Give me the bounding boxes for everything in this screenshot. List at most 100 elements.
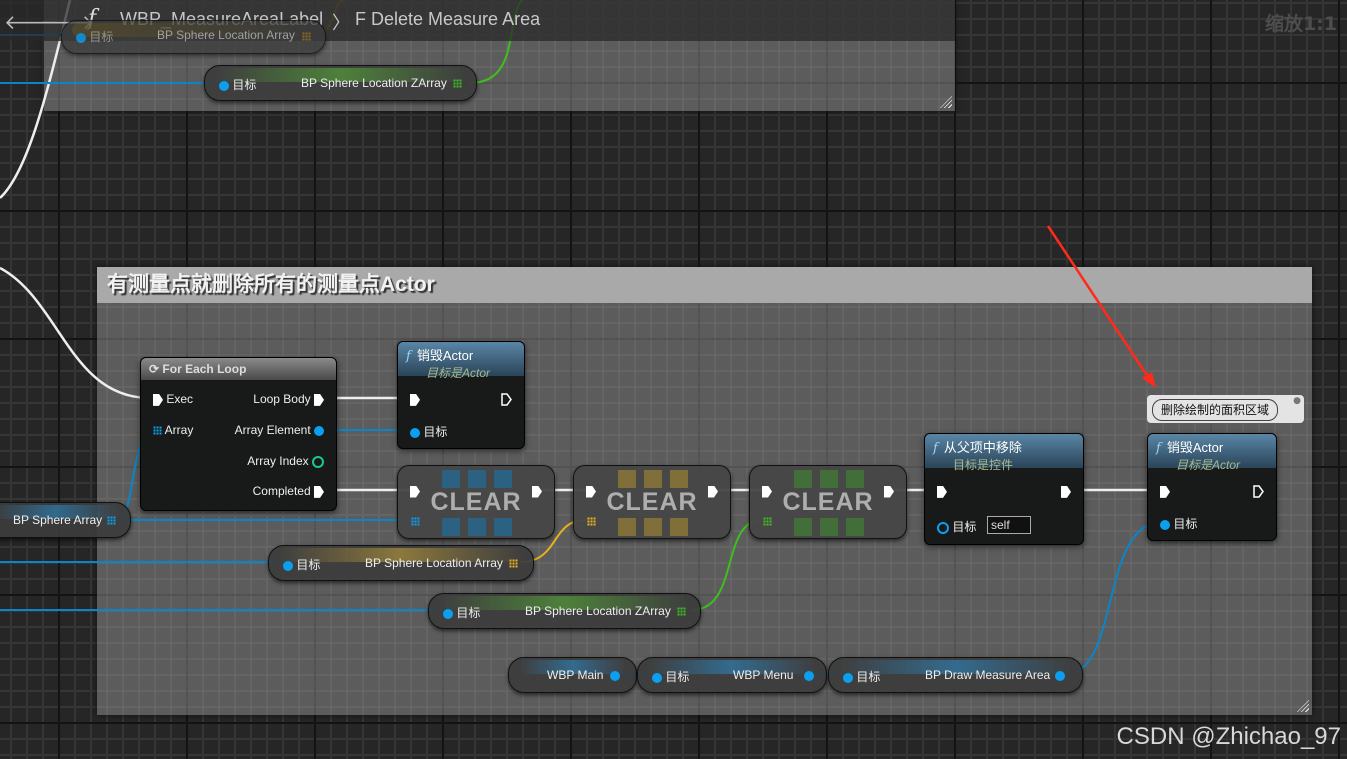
- remove-from-parent-node[interactable]: f 从父项中移除 目标是控件 目标: [924, 433, 1084, 545]
- target-label: 目标: [856, 670, 881, 684]
- object-pin[interactable]: [314, 425, 324, 436]
- variable-node-location-array[interactable]: 目标 BP Sphere Location Array: [268, 545, 534, 581]
- target-label: 目标: [423, 425, 448, 439]
- int-pin[interactable]: [312, 455, 324, 468]
- variable-name: WBP Menu: [733, 668, 794, 682]
- target-label: 目标: [232, 78, 257, 92]
- node-subtitle: 目标是Actor: [1176, 458, 1241, 472]
- exec-in-pin[interactable]: [153, 393, 163, 406]
- variable-node-bp-sphere-array[interactable]: BP Sphere Array: [0, 502, 131, 538]
- object-pin-unconnected[interactable]: [937, 521, 949, 534]
- object-pin[interactable]: [283, 560, 293, 571]
- exec-out-pin[interactable]: [1253, 485, 1264, 499]
- node-title: 销毁Actor: [416, 348, 474, 363]
- variable-name: BP Draw Measure Area: [925, 668, 1051, 682]
- exec-in-pin[interactable]: [937, 485, 947, 498]
- exec-in-pin[interactable]: [410, 485, 420, 498]
- watermark: CSDN @Zhichao_97: [1116, 723, 1341, 750]
- array-pin-icon[interactable]: [587, 517, 596, 526]
- variable-name: BP Sphere Array: [13, 513, 103, 527]
- pin-label: Loop Body: [253, 392, 311, 406]
- target-label: 目标: [1173, 517, 1198, 531]
- object-pin[interactable]: [410, 427, 420, 438]
- variable-name: BP Sphere Location ZArray: [301, 76, 447, 90]
- object-pin[interactable]: [652, 672, 662, 683]
- array-pin-icon[interactable]: [411, 517, 420, 526]
- pin-icon[interactable]: ●: [1293, 396, 1301, 406]
- array-pin-icon[interactable]: [453, 79, 462, 88]
- variable-node-wbp-main[interactable]: WBP Main: [508, 657, 637, 693]
- node-title: For Each Loop: [162, 362, 247, 376]
- object-pin[interactable]: [76, 32, 86, 43]
- exec-in-pin[interactable]: [410, 393, 420, 406]
- exec-in-pin[interactable]: [1160, 485, 1170, 498]
- node-subtitle: 目标是Actor: [426, 366, 491, 380]
- array-pin-icon[interactable]: [107, 516, 116, 525]
- variable-node-location-zarray-top[interactable]: 目标 BP Sphere Location ZArray: [204, 65, 477, 101]
- exec-out-pin[interactable]: [1061, 485, 1071, 498]
- get-draw-measure-area-node[interactable]: 目标 BP Draw Measure Area: [828, 657, 1083, 693]
- pin-label: Completed: [252, 484, 311, 498]
- variable-name: BP Sphere Location Array: [157, 28, 295, 42]
- array-pin-icon[interactable]: [153, 426, 162, 436]
- exec-out-pin[interactable]: [884, 485, 894, 498]
- resize-handle[interactable]: [940, 96, 952, 108]
- function-icon: f: [406, 349, 411, 364]
- function-icon: f: [933, 441, 938, 456]
- target-label: 目标: [665, 670, 690, 684]
- node-title: 销毁Actor: [1166, 440, 1224, 455]
- exec-out-pin[interactable]: [501, 393, 512, 407]
- node-comment-text: 删除绘制的面积区域: [1152, 399, 1279, 421]
- exec-in-pin[interactable]: [762, 485, 772, 498]
- node-title: CLEAR: [782, 488, 874, 516]
- exec-out-pin[interactable]: [314, 485, 324, 498]
- clear-node-location-zarray[interactable]: CLEAR: [749, 465, 907, 539]
- object-pin[interactable]: [1055, 671, 1065, 681]
- array-pin-icon[interactable]: [677, 607, 686, 616]
- clear-node-sphere-array[interactable]: CLEAR: [397, 465, 555, 539]
- object-pin[interactable]: [610, 671, 620, 681]
- target-label: 目标: [89, 30, 114, 44]
- pin-label: Array Element: [234, 423, 311, 437]
- array-pin-icon[interactable]: [509, 559, 518, 568]
- pin-label: Array Index: [247, 454, 309, 468]
- zoom-level: 缩放1:1: [1264, 13, 1337, 35]
- get-wbp-menu-node[interactable]: 目标 WBP Menu: [637, 657, 827, 693]
- array-pin-icon[interactable]: [302, 32, 311, 41]
- exec-out-pin[interactable]: [708, 485, 718, 498]
- object-pin[interactable]: [804, 671, 814, 681]
- target-label: 目标: [952, 520, 977, 534]
- target-label: 目标: [456, 606, 481, 620]
- loop-icon: ⟳: [149, 362, 160, 376]
- variable-name: BP Sphere Location Array: [365, 556, 503, 570]
- variable-node-location-array-top[interactable]: 目标 BP Sphere Location Array: [61, 20, 326, 54]
- target-self-input[interactable]: [987, 516, 1031, 534]
- node-comment-bubble[interactable]: 删除绘制的面积区域 ●: [1147, 395, 1304, 423]
- variable-name: WBP Main: [547, 668, 604, 682]
- variable-name: BP Sphere Location ZArray: [525, 604, 671, 618]
- exec-out-pin[interactable]: [314, 393, 324, 406]
- destroy-actor-node-2[interactable]: f 销毁Actor 目标是Actor 目标: [1147, 433, 1277, 541]
- comment-title[interactable]: 有测量点就删除所有的测量点Actor: [97, 267, 1312, 303]
- object-pin[interactable]: [1160, 519, 1170, 530]
- clear-node-location-array[interactable]: CLEAR: [573, 465, 731, 539]
- pin-label: Array: [164, 423, 194, 437]
- exec-in-pin[interactable]: [586, 485, 596, 498]
- for-each-loop-node[interactable]: ⟳ For Each Loop Exec Array Loop Body Arr…: [140, 357, 337, 511]
- node-title: CLEAR: [606, 488, 698, 516]
- object-pin[interactable]: [443, 608, 453, 619]
- function-icon: f: [1156, 441, 1161, 456]
- exec-out-pin[interactable]: [532, 485, 542, 498]
- object-pin[interactable]: [843, 672, 853, 683]
- destroy-actor-node[interactable]: f 销毁Actor 目标是Actor 目标: [397, 341, 525, 449]
- node-title: CLEAR: [430, 488, 522, 516]
- target-label: 目标: [296, 558, 321, 572]
- array-pin-icon[interactable]: [763, 517, 772, 526]
- breadcrumb-function[interactable]: F Delete Measure Area: [355, 9, 540, 30]
- pin-label: Exec: [166, 392, 194, 406]
- node-subtitle: 目标是控件: [953, 458, 1014, 472]
- resize-handle[interactable]: [1297, 700, 1309, 712]
- object-pin[interactable]: [219, 80, 229, 91]
- node-title: 从父项中移除: [943, 440, 1022, 455]
- variable-node-location-zarray[interactable]: 目标 BP Sphere Location ZArray: [428, 593, 701, 629]
